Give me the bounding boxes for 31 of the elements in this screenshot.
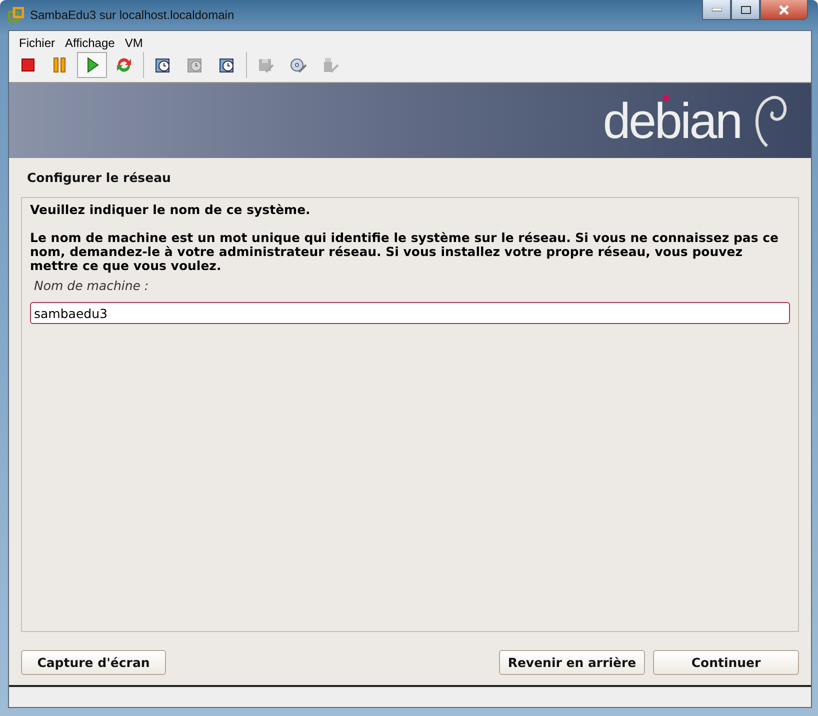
stop-icon bbox=[19, 56, 37, 74]
clock-icon bbox=[186, 56, 204, 74]
menu-item[interactable]: Fichier bbox=[19, 36, 56, 50]
diamond-icon bbox=[662, 94, 670, 102]
usb-icon bbox=[321, 56, 339, 74]
debian-logo: debian bbox=[602, 92, 741, 150]
maximize-icon bbox=[740, 6, 750, 14]
screenshot-button[interactable]: Capture d'écran bbox=[21, 650, 166, 675]
swirl-icon bbox=[753, 94, 789, 148]
menu-item[interactable]: VM bbox=[124, 36, 143, 50]
continue-button[interactable]: Continuer bbox=[653, 650, 799, 675]
description-text: Le nom de machine est un mot unique qui identifie le système sur le réseau. Si vous ne connaissez pas ce nom, demandez-le à votre administrateur réseau. Si vous installez votre propre réseau, vous pouvez mettre ce que vous voulez. bbox=[30, 231, 780, 273]
hostname-field[interactable]: sambaedu3 bbox=[30, 302, 790, 324]
minimize-button[interactable] bbox=[702, 0, 731, 20]
clock-icon bbox=[154, 56, 172, 74]
maximize-button[interactable] bbox=[731, 0, 760, 20]
toolbar-button[interactable] bbox=[77, 52, 107, 78]
close-button[interactable] bbox=[760, 0, 808, 20]
field-label: Nom de machine : bbox=[34, 278, 150, 293]
disc-icon bbox=[289, 56, 307, 74]
window-title: SambaEdu3 sur localhost.localdomain bbox=[30, 8, 234, 22]
minimize-icon bbox=[712, 8, 722, 12]
back-button[interactable]: Revenir en arrière bbox=[499, 650, 645, 675]
menu-item[interactable]: Affichage bbox=[65, 36, 115, 50]
app-icon bbox=[8, 7, 24, 23]
refresh-icon bbox=[115, 56, 133, 74]
floppy-icon bbox=[257, 56, 275, 74]
close-icon bbox=[778, 4, 790, 14]
question-text: Veuillez indiquer le nom de ce système. bbox=[30, 202, 312, 217]
step-title: Configurer le réseau bbox=[26, 169, 172, 187]
clock-icon bbox=[218, 56, 236, 74]
